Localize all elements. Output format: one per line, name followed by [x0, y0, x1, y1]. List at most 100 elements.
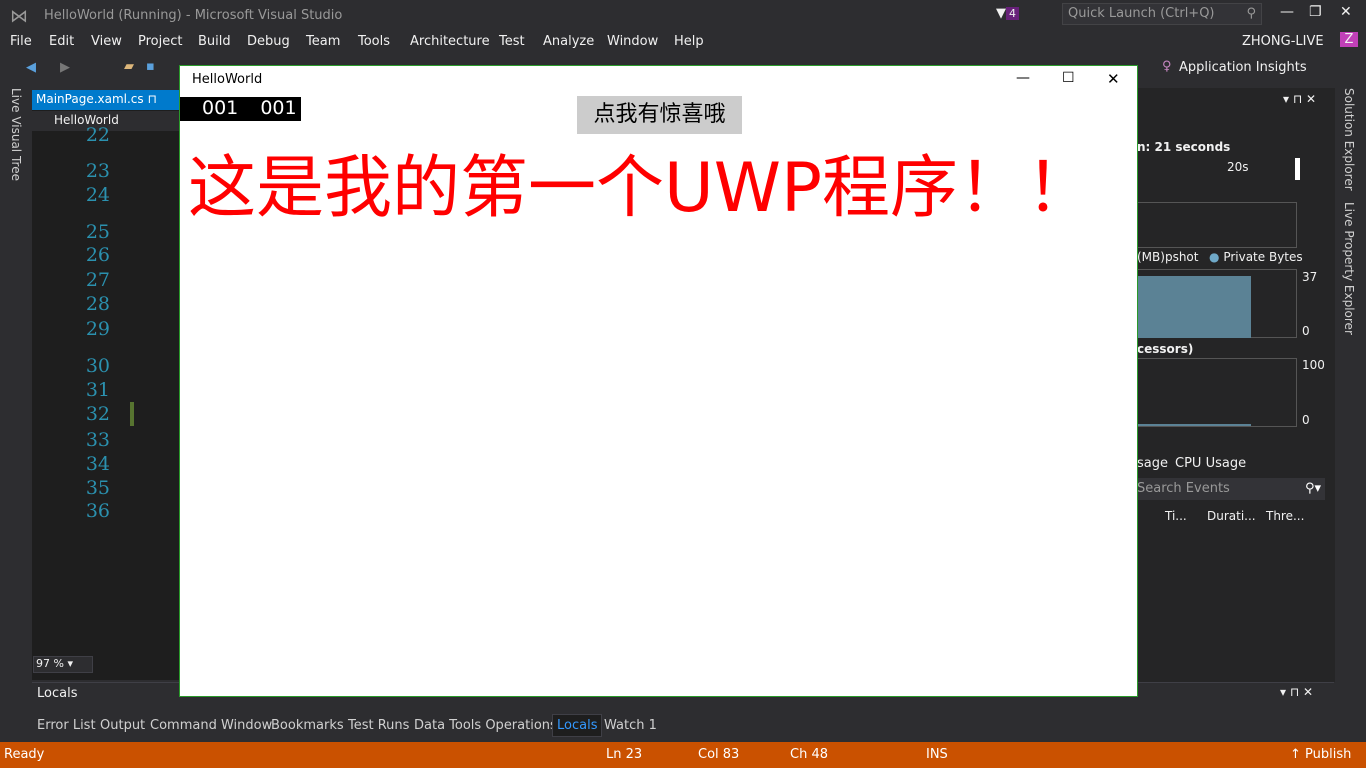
- pin-icon[interactable]: ⊓: [147, 92, 156, 106]
- menu-team[interactable]: Team: [306, 34, 340, 49]
- memory-chart: [1135, 269, 1297, 338]
- tab-command-window[interactable]: Command Window: [150, 718, 272, 733]
- menu-view[interactable]: View: [91, 34, 122, 49]
- search-icon: ⚲: [1246, 6, 1256, 21]
- search-placeholder: Search Events: [1137, 481, 1230, 496]
- right-tool-strip: Solution Explorer Live Property Explorer: [1336, 84, 1366, 714]
- counter-b: 001: [260, 97, 297, 119]
- user-name[interactable]: ZHONG-LIVE: [1242, 34, 1324, 49]
- search-icon: ⚲▾: [1304, 481, 1321, 496]
- tab-data-tools-operations[interactable]: Data Tools Operations: [414, 718, 557, 733]
- bottom-tabs: Error List Output Command Window Bookmar…: [32, 714, 1334, 738]
- window-title: HelloWorld (Running) - Microsoft Visual …: [44, 8, 343, 23]
- menu-help[interactable]: Help: [674, 34, 704, 49]
- column-duration[interactable]: Durati...: [1207, 509, 1256, 523]
- tab-watch-1[interactable]: Watch 1: [604, 718, 657, 733]
- quick-launch-placeholder: Quick Launch (Ctrl+Q): [1068, 6, 1215, 21]
- change-marker: [130, 402, 134, 426]
- notification-filter-icon[interactable]: ▼ 4: [996, 6, 1019, 21]
- forward-icon[interactable]: ▶: [60, 60, 70, 75]
- menu-project[interactable]: Project: [138, 34, 182, 49]
- private-bytes-label: Private Bytes: [1223, 250, 1303, 264]
- line-number: 23: [85, 160, 110, 182]
- live-property-explorer-tab[interactable]: Live Property Explorer: [1342, 202, 1356, 335]
- line-number: 30: [85, 355, 110, 377]
- counter-a: 001: [202, 97, 239, 119]
- column-time[interactable]: Ti...: [1165, 509, 1187, 523]
- status-column: Col 83: [698, 747, 740, 762]
- close-button[interactable]: ✕: [1340, 4, 1352, 20]
- tab-memory-usage[interactable]: sage: [1137, 456, 1168, 471]
- memory-axis-max: 37: [1302, 270, 1318, 284]
- line-number: 36: [85, 500, 110, 522]
- line-number: 27: [85, 269, 110, 291]
- tab-test-runs[interactable]: Test Runs: [348, 718, 409, 733]
- locals-title: Locals: [37, 686, 78, 701]
- diagnostic-tools-panel: ▾ ⊓ ✕ n: 21 seconds 20s (MB)pshot ● Priv…: [1135, 88, 1335, 682]
- line-number: 33: [85, 429, 110, 451]
- solution-explorer-tab[interactable]: Solution Explorer: [1342, 88, 1356, 191]
- status-ready: Ready: [4, 747, 45, 762]
- menu-window[interactable]: Window: [607, 34, 658, 49]
- menu-edit[interactable]: Edit: [49, 34, 74, 49]
- status-char: Ch 48: [790, 747, 828, 762]
- app-minimize-button[interactable]: —: [1016, 70, 1030, 86]
- left-tool-strip: Live Visual Tree: [0, 84, 32, 714]
- zoom-select[interactable]: 97 % ▾: [33, 656, 93, 673]
- quick-launch-input[interactable]: Quick Launch (Ctrl+Q) ⚲: [1062, 3, 1262, 25]
- publish-button[interactable]: ↑ Publish: [1290, 747, 1351, 762]
- menu-analyze[interactable]: Analyze: [543, 34, 594, 49]
- menu-build[interactable]: Build: [198, 34, 231, 49]
- line-number: 25: [85, 221, 110, 243]
- line-number: 29: [85, 318, 110, 340]
- back-icon[interactable]: ◀: [26, 60, 36, 75]
- panel-controls[interactable]: ▾ ⊓ ✕: [1283, 92, 1316, 106]
- line-number: 31: [85, 379, 110, 401]
- visual-studio-logo-icon: ⋈: [10, 6, 28, 27]
- timeline-cursor[interactable]: [1295, 158, 1300, 180]
- tab-output[interactable]: Output: [100, 718, 145, 733]
- frame-rate-counter: 001 001: [180, 97, 301, 121]
- tab-cpu-usage[interactable]: CPU Usage: [1175, 456, 1246, 471]
- line-number: 22: [85, 124, 110, 146]
- line-number: 28: [85, 293, 110, 315]
- restore-button[interactable]: ❐: [1309, 4, 1322, 20]
- tab-locals[interactable]: Locals: [552, 714, 603, 737]
- menu-tools[interactable]: Tools: [358, 34, 390, 49]
- live-visual-tree-tab[interactable]: Live Visual Tree: [9, 88, 23, 181]
- document-tab[interactable]: MainPage.xaml.cs ⊓: [32, 90, 180, 110]
- column-thread[interactable]: Thre...: [1266, 509, 1304, 523]
- minimize-button[interactable]: —: [1280, 4, 1294, 20]
- save-icon[interactable]: ▪: [146, 59, 155, 74]
- notification-count: 4: [1006, 7, 1019, 20]
- open-folder-icon[interactable]: ▰: [124, 59, 134, 74]
- app-title: HelloWorld: [192, 72, 263, 87]
- menu-architecture[interactable]: Architecture: [410, 34, 490, 49]
- zoom-value: 97 %: [36, 657, 64, 670]
- menu-test[interactable]: Test: [499, 34, 525, 49]
- publish-arrow-icon: ↑: [1290, 747, 1301, 762]
- cpu-line: [1136, 424, 1251, 426]
- app-maximize-button[interactable]: ☐: [1062, 70, 1075, 86]
- search-events-input[interactable]: Search Events ⚲▾: [1135, 478, 1325, 500]
- line-number: 32: [85, 403, 110, 425]
- locals-panel-controls[interactable]: ▾ ⊓ ✕: [1280, 685, 1313, 699]
- publish-label: Publish: [1305, 747, 1352, 762]
- status-bar: Ready Ln 23 Col 83 Ch 48 INS ↑ Publish: [0, 742, 1366, 768]
- memory-legend: (MB)pshot: [1137, 250, 1199, 264]
- avatar[interactable]: Z: [1340, 32, 1358, 47]
- application-insights-button[interactable]: Application Insights: [1179, 60, 1307, 75]
- line-number: 26: [85, 244, 110, 266]
- memory-area: [1136, 276, 1251, 338]
- status-insert-mode: INS: [926, 747, 948, 762]
- tab-error-list[interactable]: Error List: [37, 718, 96, 733]
- surprise-button[interactable]: 点我有惊喜哦: [577, 96, 742, 134]
- app-close-button[interactable]: ✕: [1107, 70, 1120, 88]
- headline-text: 这是我的第一个UWP程序！！: [188, 149, 1095, 228]
- tab-bookmarks[interactable]: Bookmarks: [271, 718, 344, 733]
- document-tab-label: MainPage.xaml.cs: [36, 92, 144, 106]
- menu-debug[interactable]: Debug: [247, 34, 290, 49]
- line-number: 34: [85, 453, 110, 475]
- events-chart: [1135, 202, 1297, 248]
- menu-file[interactable]: File: [10, 34, 32, 49]
